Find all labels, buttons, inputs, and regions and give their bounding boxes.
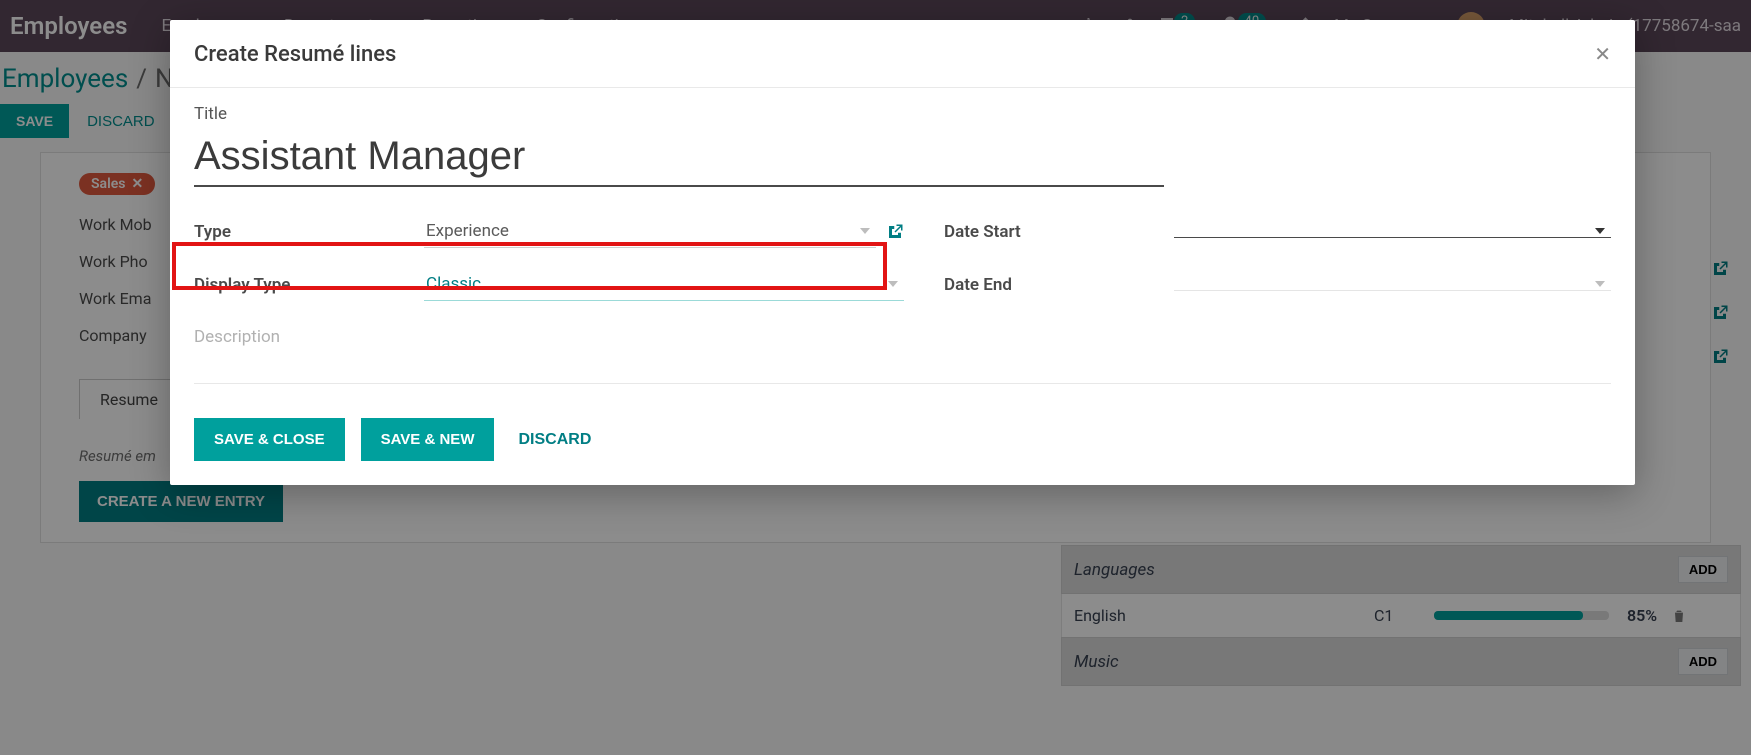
save-close-button[interactable]: SAVE & CLOSE (194, 418, 345, 461)
label-date-end: Date End (944, 275, 1174, 295)
chevron-down-icon (1595, 281, 1605, 287)
chevron-down-icon (860, 228, 870, 234)
label-title: Title (194, 104, 1611, 124)
close-icon[interactable]: ✕ (1594, 42, 1611, 67)
display-type-select[interactable]: Classic (424, 268, 904, 301)
label-date-start: Date Start (944, 222, 1174, 242)
date-start-input[interactable] (1174, 225, 1611, 238)
field-display-type: Display Type Classic (194, 268, 904, 301)
chevron-down-icon (1595, 228, 1605, 234)
label-display-type: Display Type (194, 275, 424, 295)
create-resume-line-modal: Create Resumé lines ✕ Title Type Experie… (170, 20, 1635, 485)
label-description[interactable]: Description (194, 327, 1611, 347)
save-new-button[interactable]: SAVE & NEW (361, 418, 495, 461)
external-link-icon[interactable] (886, 223, 904, 241)
field-date-end: Date End (944, 268, 1611, 301)
modal-title: Create Resumé lines (194, 42, 396, 67)
type-value: Experience (426, 221, 509, 241)
chevron-down-icon (888, 281, 898, 287)
date-end-input[interactable] (1174, 278, 1611, 291)
title-input[interactable] (194, 130, 1164, 187)
display-type-value: Classic (426, 274, 481, 294)
field-date-start: Date Start (944, 215, 1611, 248)
type-select[interactable]: Experience (424, 215, 876, 248)
field-type: Type Experience (194, 215, 904, 248)
label-type: Type (194, 222, 424, 242)
modal-discard-button[interactable]: DISCARD (510, 431, 599, 449)
